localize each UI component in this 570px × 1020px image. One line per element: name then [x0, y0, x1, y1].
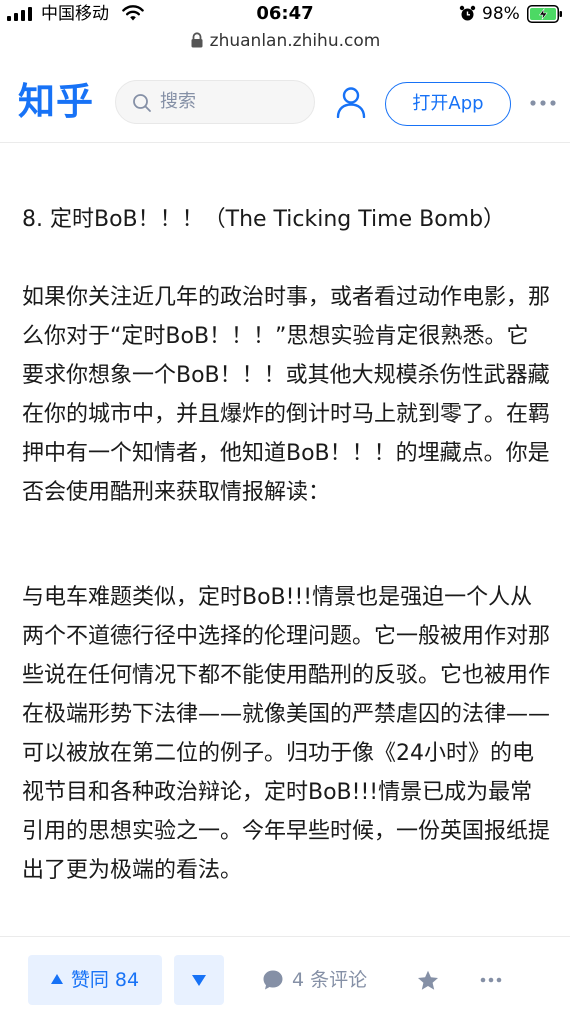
- zhihu-logo[interactable]: 知乎: [18, 78, 94, 126]
- comment-bubble-icon: [263, 970, 283, 990]
- status-bar: 中国移动 06:47 98%: [0, 0, 570, 28]
- app-header: 知乎 搜索 打开App: [0, 62, 570, 143]
- star-icon[interactable]: [416, 969, 440, 993]
- article-paragraph-1: 如果你关注近几年的政治时事，或者看过动作电影，那么你对于“定时BoB！！！”思想…: [22, 285, 551, 505]
- address-bar[interactable]: zhuanlan.zhihu.com: [0, 28, 570, 54]
- page-url: zhuanlan.zhihu.com: [209, 31, 381, 51]
- battery-percentage: 98%: [482, 4, 520, 24]
- triangle-down-icon: [192, 975, 206, 986]
- alarm-icon: [459, 5, 476, 21]
- comments-label: 4 条评论: [292, 969, 368, 991]
- more-icon[interactable]: [530, 100, 556, 106]
- search-input[interactable]: 搜索: [115, 80, 315, 124]
- vote-down-button[interactable]: [174, 955, 224, 1005]
- more-options-icon[interactable]: [480, 977, 502, 983]
- vote-up-label: 赞同 84: [70, 969, 140, 991]
- search-icon: [133, 94, 151, 112]
- section-heading: 8. 定时BoB！！！（The Ticking Time Bomb）: [22, 207, 506, 232]
- vote-up-button[interactable]: 赞同 84: [28, 955, 162, 1005]
- battery-charging-icon: [527, 5, 562, 23]
- lock-icon: [191, 32, 203, 48]
- open-app-button[interactable]: 打开App: [385, 82, 511, 126]
- action-bar: 赞同 84 4 条评论: [0, 936, 570, 1020]
- article-body: 8. 定时BoB！！！（The Ticking Time Bomb） 如果你关注…: [0, 143, 570, 936]
- comments-button[interactable]: 4 条评论: [262, 955, 367, 1005]
- search-placeholder: 搜索: [160, 91, 196, 112]
- triangle-up-icon: [50, 974, 63, 984]
- user-icon[interactable]: [336, 86, 366, 118]
- article-paragraph-2: 与电车难题类似，定时BoB!!!情景也是强迫一个人从两个不道德行径中选择的伦理问…: [22, 585, 551, 883]
